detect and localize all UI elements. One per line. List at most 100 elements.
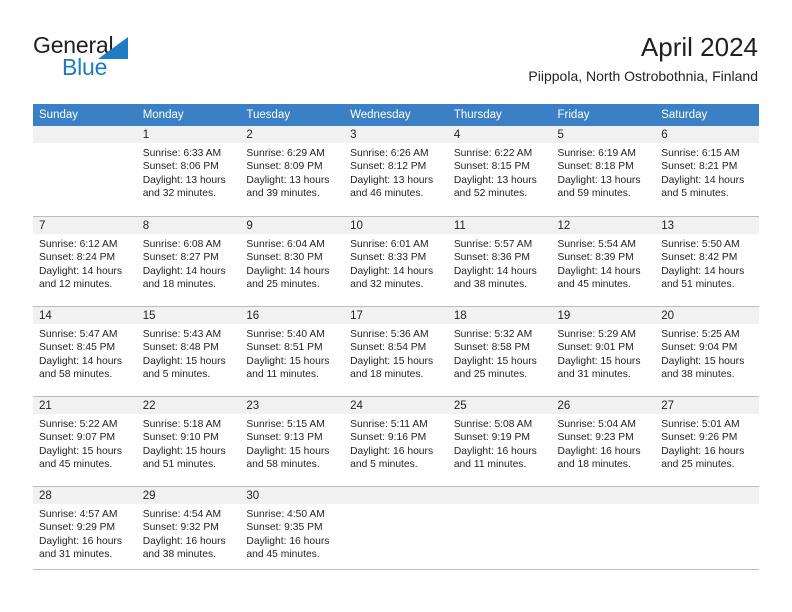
calendar-body: 1 Sunrise: 6:33 AM Sunset: 8:06 PM Daylight… [33, 126, 759, 576]
sunset-text: Sunset: 8:54 PM [350, 342, 427, 354]
day-cell[interactable]: 30 Sunrise: 4:50 AM Sunset: 9:35 PM Dayligh… [240, 486, 345, 576]
sunrise-text: Sunrise: 6:26 AM [350, 148, 429, 159]
daylight-text-line2: and 45 minutes. [557, 279, 631, 291]
day-cell[interactable]: 22 Sunrise: 5:18 AM Sunset: 9:10 PM Dayligh… [136, 396, 241, 486]
sunset-text: Sunset: 8:36 PM [453, 252, 530, 264]
day-details: Sunrise: 5:43 AM Sunset: 8:48 PM Daylight:… [137, 324, 241, 382]
weekday-header-thursday: Thursday [447, 104, 552, 126]
sunrise-text: Sunrise: 6:19 AM [557, 148, 636, 159]
sunrise-text: Sunrise: 5:25 AM [661, 329, 740, 340]
day-cell[interactable]: 29 Sunrise: 4:54 AM Sunset: 9:32 PM Dayligh… [136, 486, 241, 576]
day-details: Sunrise: 5:32 AM Sunset: 8:58 PM Daylight:… [448, 324, 552, 382]
day-cell[interactable]: 4 Sunrise: 6:22 AM Sunset: 8:15 PM Daylight… [447, 126, 552, 216]
daylight-text-line1: Daylight: 13 hours [350, 174, 434, 186]
day-cell[interactable]: 11 Sunrise: 5:57 AM Sunset: 8:36 PM Dayligh… [447, 216, 552, 306]
daylight-text-line2: and 11 minutes. [246, 369, 319, 381]
calendar-week-row: 28 Sunrise: 4:57 AM Sunset: 9:29 PM Dayligh… [33, 486, 759, 576]
day-number: 3 [344, 126, 448, 143]
day-cell-empty [551, 486, 656, 576]
day-cell[interactable]: 6 Sunrise: 6:15 AM Sunset: 8:21 PM Daylight… [655, 126, 759, 216]
day-details: Sunrise: 6:01 AM Sunset: 8:33 PM Daylight:… [344, 234, 448, 292]
day-number [33, 126, 137, 143]
sunrise-text: Sunrise: 6:04 AM [246, 239, 325, 250]
day-cell[interactable]: 21 Sunrise: 5:22 AM Sunset: 9:07 PM Dayligh… [33, 396, 137, 486]
title-block: April 2024 Piippola, North Ostrobothnia,… [528, 32, 758, 86]
day-cell[interactable]: 14 Sunrise: 5:47 AM Sunset: 8:45 PM Dayligh… [33, 306, 137, 396]
day-cell[interactable]: 18 Sunrise: 5:32 AM Sunset: 8:58 PM Dayligh… [447, 306, 552, 396]
generalblue-logo[interactable]: General Blue [33, 33, 233, 83]
sunset-text: Sunset: 9:07 PM [39, 432, 116, 444]
daylight-text-line1: Daylight: 16 hours [142, 535, 226, 547]
day-cell[interactable]: 5 Sunrise: 6:19 AM Sunset: 8:18 PM Daylight… [551, 126, 656, 216]
day-details: Sunrise: 4:57 AM Sunset: 9:29 PM Daylight:… [33, 504, 137, 562]
day-number [551, 487, 656, 504]
day-cell[interactable]: 16 Sunrise: 5:40 AM Sunset: 8:51 PM Dayligh… [240, 306, 345, 396]
sunset-text: Sunset: 8:33 PM [350, 252, 427, 264]
daylight-text-line1: Daylight: 15 hours [661, 355, 745, 367]
day-cell[interactable]: 1 Sunrise: 6:33 AM Sunset: 8:06 PM Daylight… [136, 126, 241, 216]
day-cell[interactable]: 28 Sunrise: 4:57 AM Sunset: 9:29 PM Dayligh… [33, 486, 137, 576]
day-cell[interactable]: 27 Sunrise: 5:01 AM Sunset: 9:26 PM Dayligh… [655, 396, 759, 486]
day-cell-empty [33, 126, 137, 216]
day-cell[interactable]: 7 Sunrise: 6:12 AM Sunset: 8:24 PM Daylight… [33, 216, 137, 306]
daylight-text-line2: and 45 minutes. [246, 549, 320, 561]
sunset-text: Sunset: 8:21 PM [661, 161, 738, 173]
sunrise-text: Sunrise: 5:18 AM [142, 419, 222, 430]
day-details: Sunrise: 5:22 AM Sunset: 9:07 PM Daylight:… [33, 414, 137, 472]
weekday-header-wednesday: Wednesday [344, 104, 448, 126]
day-details: Sunrise: 5:29 AM Sunset: 9:01 PM Daylight:… [552, 324, 656, 382]
day-cell[interactable]: 13 Sunrise: 5:50 AM Sunset: 8:42 PM Dayligh… [655, 216, 759, 306]
sunrise-text: Sunrise: 6:12 AM [39, 239, 118, 250]
day-cell[interactable]: 20 Sunrise: 5:25 AM Sunset: 9:04 PM Dayligh… [655, 306, 759, 396]
day-details: Sunrise: 6:22 AM Sunset: 8:15 PM Daylight:… [448, 143, 552, 201]
daylight-text-line2: and 59 minutes. [557, 188, 631, 200]
sunrise-text: Sunrise: 5:36 AM [350, 329, 429, 340]
daylight-text-line1: Daylight: 14 hours [350, 265, 434, 277]
day-cell[interactable]: 23 Sunrise: 5:15 AM Sunset: 9:13 PM Dayligh… [240, 396, 345, 486]
day-number [447, 487, 552, 504]
day-number: 13 [655, 217, 759, 234]
day-cell[interactable]: 17 Sunrise: 5:36 AM Sunset: 8:54 PM Dayligh… [344, 306, 448, 396]
sunset-text: Sunset: 8:48 PM [142, 342, 219, 354]
sunrise-text: Sunrise: 6:15 AM [661, 148, 740, 159]
sunset-text: Sunset: 8:12 PM [350, 161, 427, 173]
daylight-text-line1: Daylight: 14 hours [246, 265, 330, 277]
day-number: 30 [240, 487, 345, 504]
daylight-text-line2: and 45 minutes. [39, 459, 113, 471]
day-details: Sunrise: 6:29 AM Sunset: 8:09 PM Daylight:… [240, 143, 344, 201]
day-details: Sunrise: 5:40 AM Sunset: 8:51 PM Daylight:… [240, 324, 344, 382]
daylight-text-line2: and 11 minutes. [453, 459, 527, 471]
daylight-text-line1: Daylight: 13 hours [246, 174, 330, 186]
daylight-text-line2: and 32 minutes. [350, 279, 424, 291]
sunset-text: Sunset: 9:04 PM [661, 342, 738, 354]
day-cell[interactable]: 3 Sunrise: 6:26 AM Sunset: 8:12 PM Daylight… [344, 126, 448, 216]
day-cell[interactable]: 8 Sunrise: 6:08 AM Sunset: 8:27 PM Daylight… [136, 216, 241, 306]
day-number: 4 [447, 126, 552, 143]
day-cell[interactable]: 19 Sunrise: 5:29 AM Sunset: 9:01 PM Dayligh… [551, 306, 656, 396]
day-details: Sunrise: 5:54 AM Sunset: 8:39 PM Daylight:… [552, 234, 656, 292]
day-details: Sunrise: 4:50 AM Sunset: 9:35 PM Daylight:… [240, 504, 344, 562]
daylight-text-line1: Daylight: 14 hours [142, 265, 226, 277]
daylight-text-line2: and 18 minutes. [350, 369, 424, 381]
daylight-text-line2: and 12 minutes. [39, 279, 113, 291]
calendar-week-row: 1 Sunrise: 6:33 AM Sunset: 8:06 PM Daylight… [33, 126, 759, 216]
calendar-page: General Blue April 2024 Piippola, North … [0, 0, 792, 612]
sunrise-text: Sunrise: 6:33 AM [142, 148, 222, 159]
day-cell[interactable]: 2 Sunrise: 6:29 AM Sunset: 8:09 PM Daylight… [240, 126, 345, 216]
daylight-text-line1: Daylight: 14 hours [39, 265, 122, 277]
day-details: Sunrise: 5:47 AM Sunset: 8:45 PM Daylight:… [33, 324, 137, 382]
day-number: 7 [33, 217, 137, 234]
day-cell[interactable]: 10 Sunrise: 6:01 AM Sunset: 8:33 PM Dayligh… [344, 216, 448, 306]
day-number: 21 [33, 397, 137, 414]
day-cell[interactable]: 15 Sunrise: 5:43 AM Sunset: 8:48 PM Dayligh… [136, 306, 241, 396]
day-cell[interactable]: 25 Sunrise: 5:08 AM Sunset: 9:19 PM Dayligh… [447, 396, 552, 486]
day-cell[interactable]: 24 Sunrise: 5:11 AM Sunset: 9:16 PM Dayligh… [344, 396, 448, 486]
daylight-text-line1: Daylight: 14 hours [661, 174, 745, 186]
day-number: 26 [551, 397, 656, 414]
day-details: Sunrise: 5:36 AM Sunset: 8:54 PM Daylight:… [344, 324, 448, 382]
sunrise-text: Sunrise: 5:32 AM [453, 329, 533, 340]
day-cell[interactable]: 9 Sunrise: 6:04 AM Sunset: 8:30 PM Daylight… [240, 216, 345, 306]
day-cell[interactable]: 26 Sunrise: 5:04 AM Sunset: 9:23 PM Dayligh… [551, 396, 656, 486]
day-cell[interactable]: 12 Sunrise: 5:54 AM Sunset: 8:39 PM Dayligh… [551, 216, 656, 306]
daylight-text-line2: and 31 minutes. [39, 549, 113, 561]
